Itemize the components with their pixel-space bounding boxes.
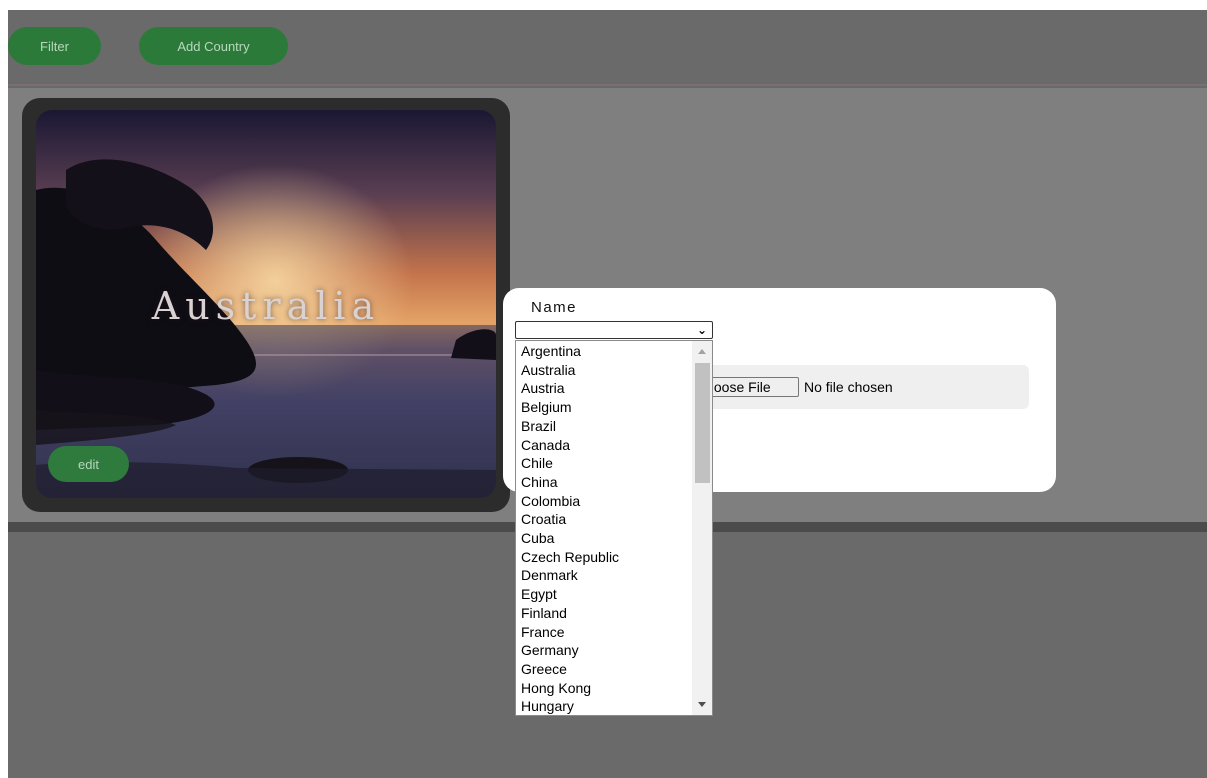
dropdown-option[interactable]: Hungary — [521, 697, 712, 715]
country-select[interactable]: ⌄ — [515, 321, 713, 339]
edit-button[interactable]: edit — [48, 446, 129, 482]
dropdown-option[interactable]: Cuba — [521, 529, 712, 548]
dropdown-option[interactable]: Egypt — [521, 585, 712, 604]
country-dropdown-list[interactable]: Argentina Australia Austria Belgium Brazil Ca… — [515, 340, 713, 716]
dropdown-option[interactable]: France — [521, 623, 712, 642]
scroll-down-arrow-icon[interactable] — [698, 702, 706, 707]
file-status: No file chosen — [804, 379, 893, 395]
dropdown-option[interactable]: Czech Republic — [521, 548, 712, 567]
scroll-up-arrow-icon[interactable] — [698, 349, 706, 354]
name-label: Name — [531, 299, 578, 316]
filter-button[interactable]: Filter — [8, 27, 101, 65]
scroll-thumb[interactable] — [695, 363, 710, 483]
dropdown-option[interactable]: Denmark — [521, 566, 712, 585]
dropdown-option[interactable]: Austria — [521, 379, 712, 398]
dropdown-option[interactable]: Belgium — [521, 398, 712, 417]
dropdown-option[interactable]: Colombia — [521, 492, 712, 511]
country-card-image: Australia — [36, 110, 496, 498]
dropdown-option[interactable]: Chile — [521, 454, 712, 473]
dropdown-option[interactable]: Finland — [521, 604, 712, 623]
dropdown-option[interactable]: Canada — [521, 436, 712, 455]
dropdown-option[interactable]: Germany — [521, 641, 712, 660]
chevron-down-icon: ⌄ — [696, 323, 707, 337]
dropdown-option[interactable]: Hong Kong — [521, 679, 712, 698]
add-country-button[interactable]: Add Country — [139, 27, 288, 65]
dropdown-option[interactable]: Croatia — [521, 510, 712, 529]
dropdown-option[interactable]: Australia — [521, 361, 712, 380]
dropdown-scrollbar[interactable] — [692, 341, 712, 715]
dropdown-option[interactable]: China — [521, 473, 712, 492]
dropdown-option[interactable]: Brazil — [521, 417, 712, 436]
card-title: Australia — [151, 284, 381, 328]
dropdown-option[interactable]: Argentina — [521, 342, 712, 361]
dropdown-option[interactable]: Greece — [521, 660, 712, 679]
